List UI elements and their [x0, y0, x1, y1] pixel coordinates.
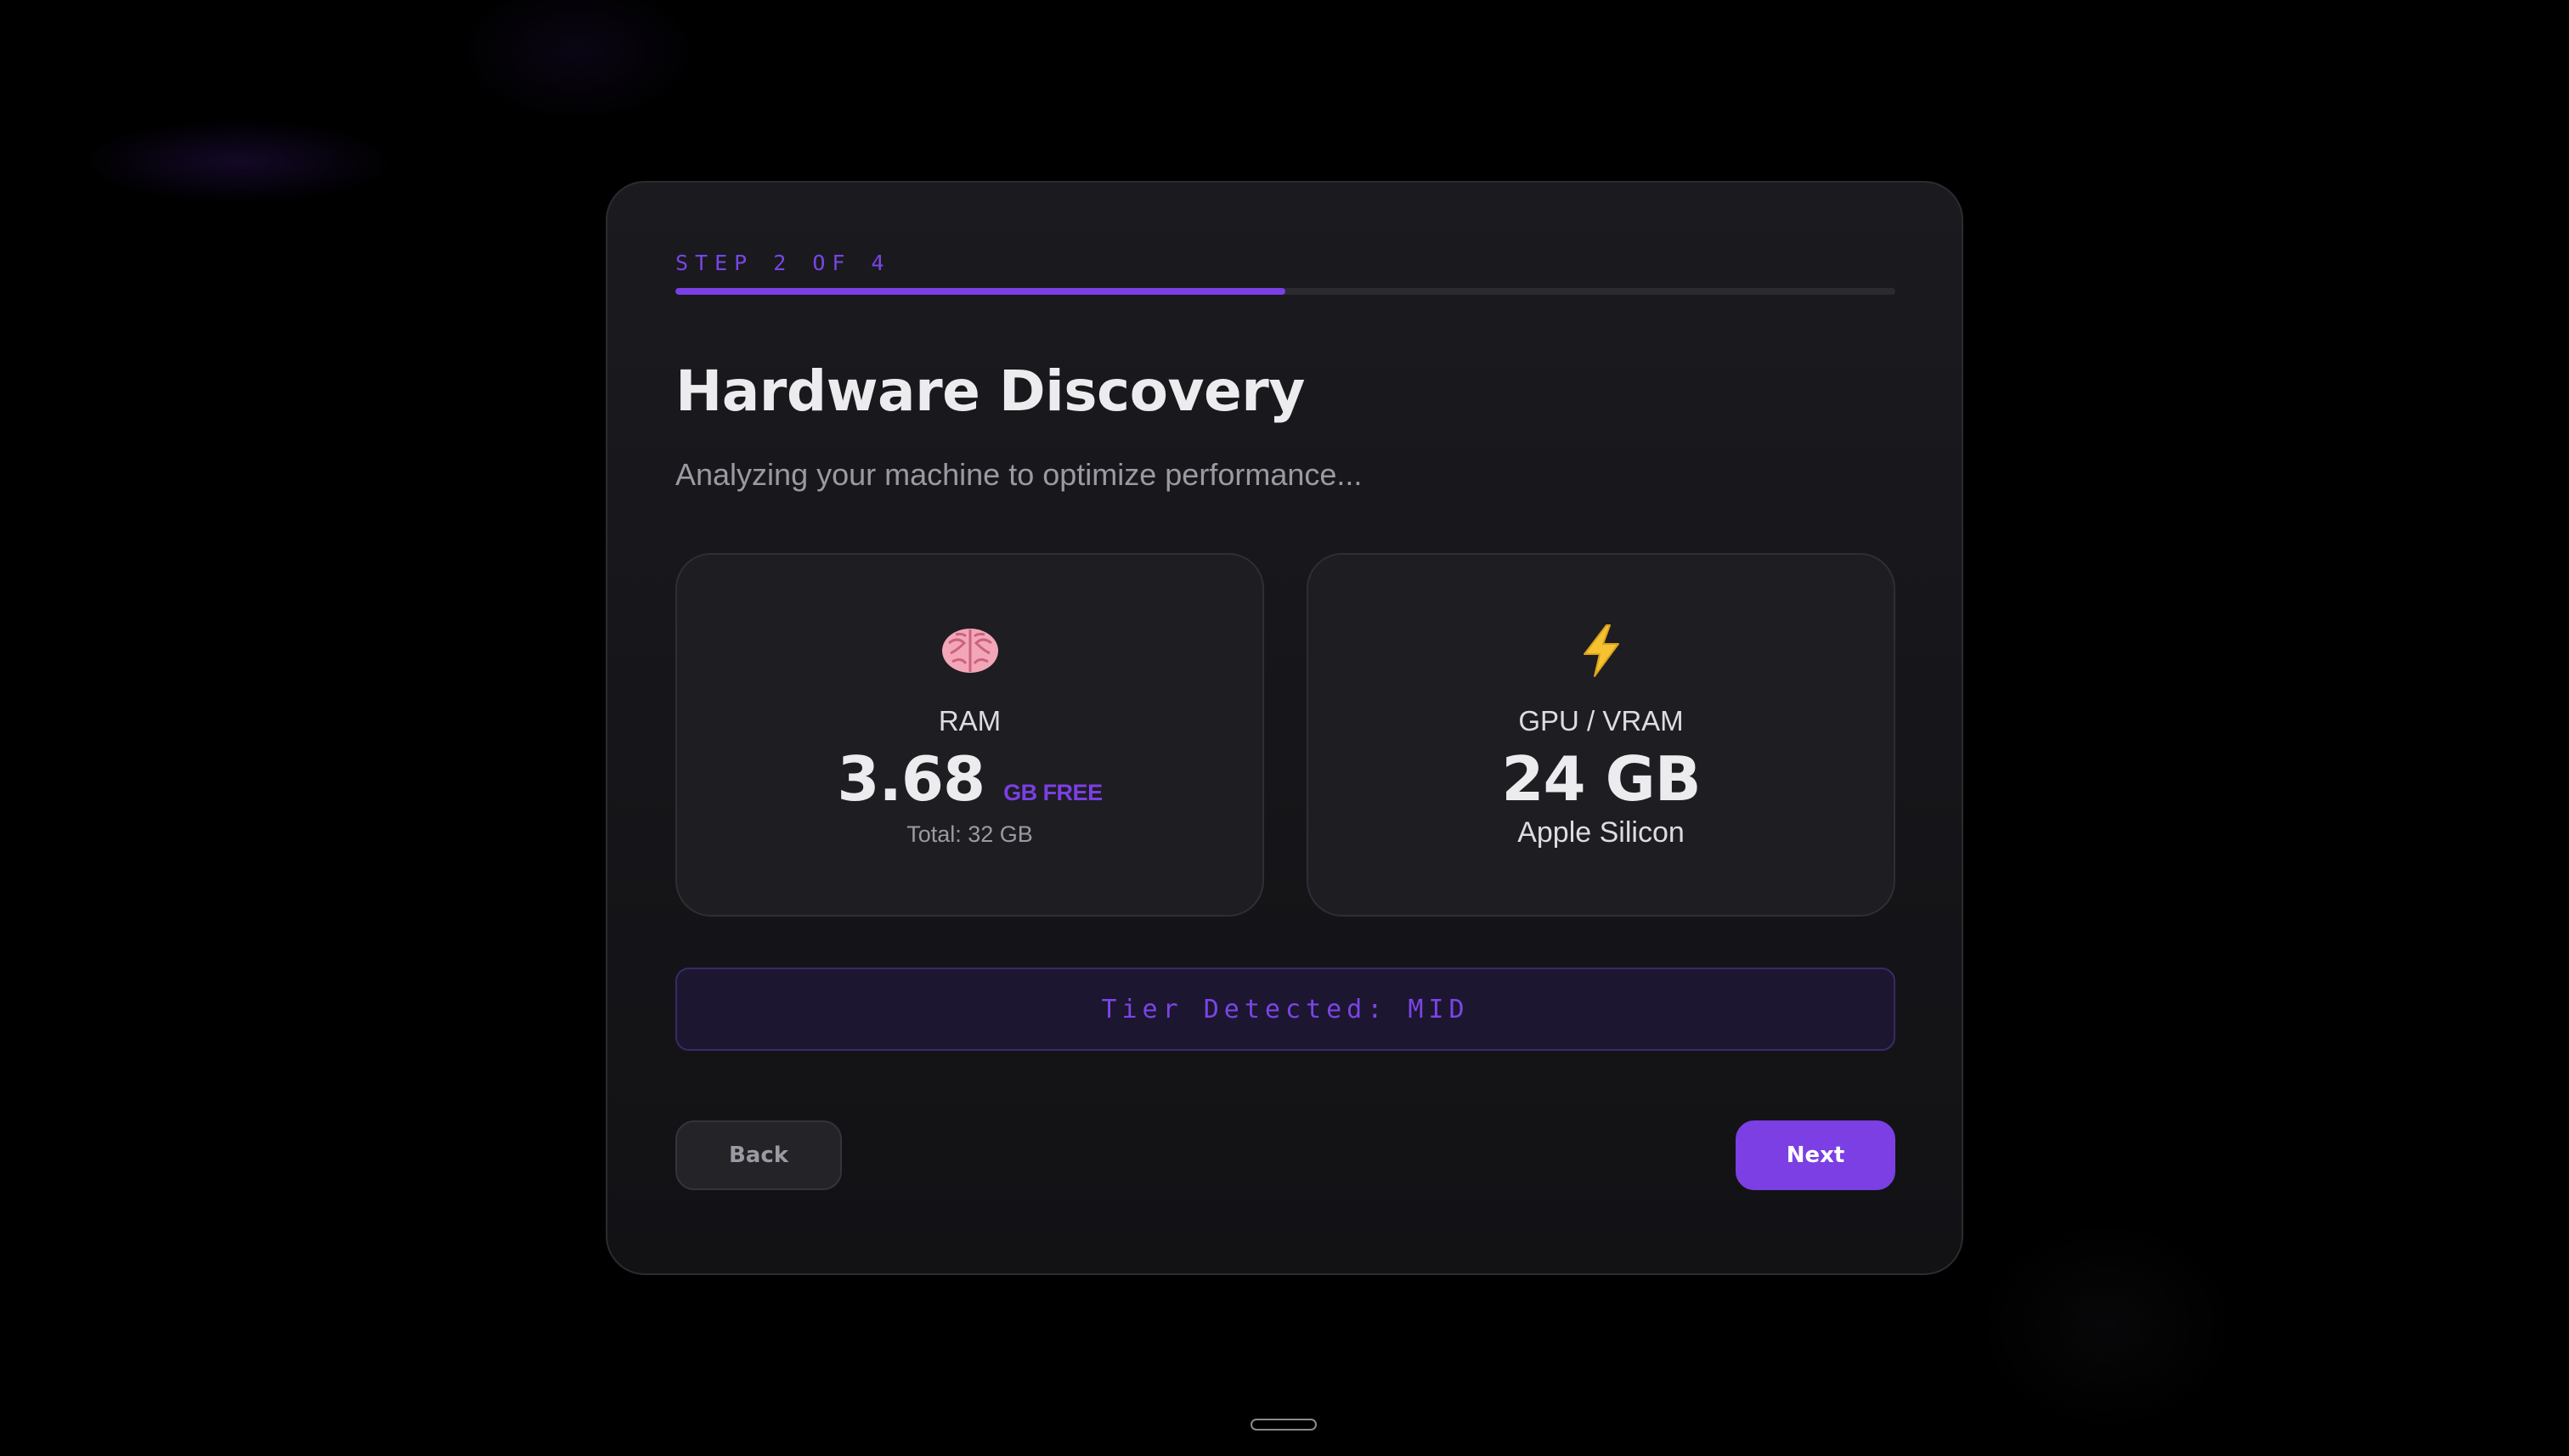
gpu-vram-value: 24 GB	[1501, 743, 1701, 815]
brain-icon	[940, 621, 1000, 680]
gpu-value-row: 24 GB	[1501, 743, 1701, 815]
hardware-cards: RAM 3.68 GB FREE Total: 32 GB GPU / VRAM…	[675, 553, 1895, 917]
ram-total: Total: 32 GB	[906, 821, 1033, 847]
page-title: Hardware Discovery	[675, 358, 1305, 424]
onboarding-wizard-panel: STEP 2 OF 4 Hardware Discovery Analyzing…	[606, 181, 1963, 1275]
gpu-label: GPU / VRAM	[1518, 705, 1684, 736]
back-button[interactable]: Back	[675, 1120, 842, 1190]
ram-free-value: 3.68	[837, 743, 985, 815]
next-button[interactable]: Next	[1736, 1120, 1895, 1190]
wizard-actions: Back Next	[675, 1120, 1895, 1190]
step-indicator: STEP 2 OF 4	[675, 251, 891, 275]
lightning-bolt-icon	[1572, 621, 1631, 680]
home-indicator[interactable]	[1251, 1419, 1317, 1431]
ram-value-row: 3.68 GB FREE	[837, 743, 1103, 815]
progress-bar	[675, 288, 1895, 295]
ram-free-unit: GB FREE	[1003, 780, 1103, 805]
tier-detected-banner: Tier Detected: MID	[675, 968, 1895, 1051]
gpu-card: GPU / VRAM 24 GB Apple Silicon	[1307, 553, 1895, 917]
gpu-name: Apple Silicon	[1517, 816, 1685, 849]
ram-card: RAM 3.68 GB FREE Total: 32 GB	[675, 553, 1264, 917]
page-subtitle: Analyzing your machine to optimize perfo…	[675, 457, 1363, 492]
progress-bar-fill	[675, 288, 1285, 295]
ram-label: RAM	[938, 705, 1002, 736]
